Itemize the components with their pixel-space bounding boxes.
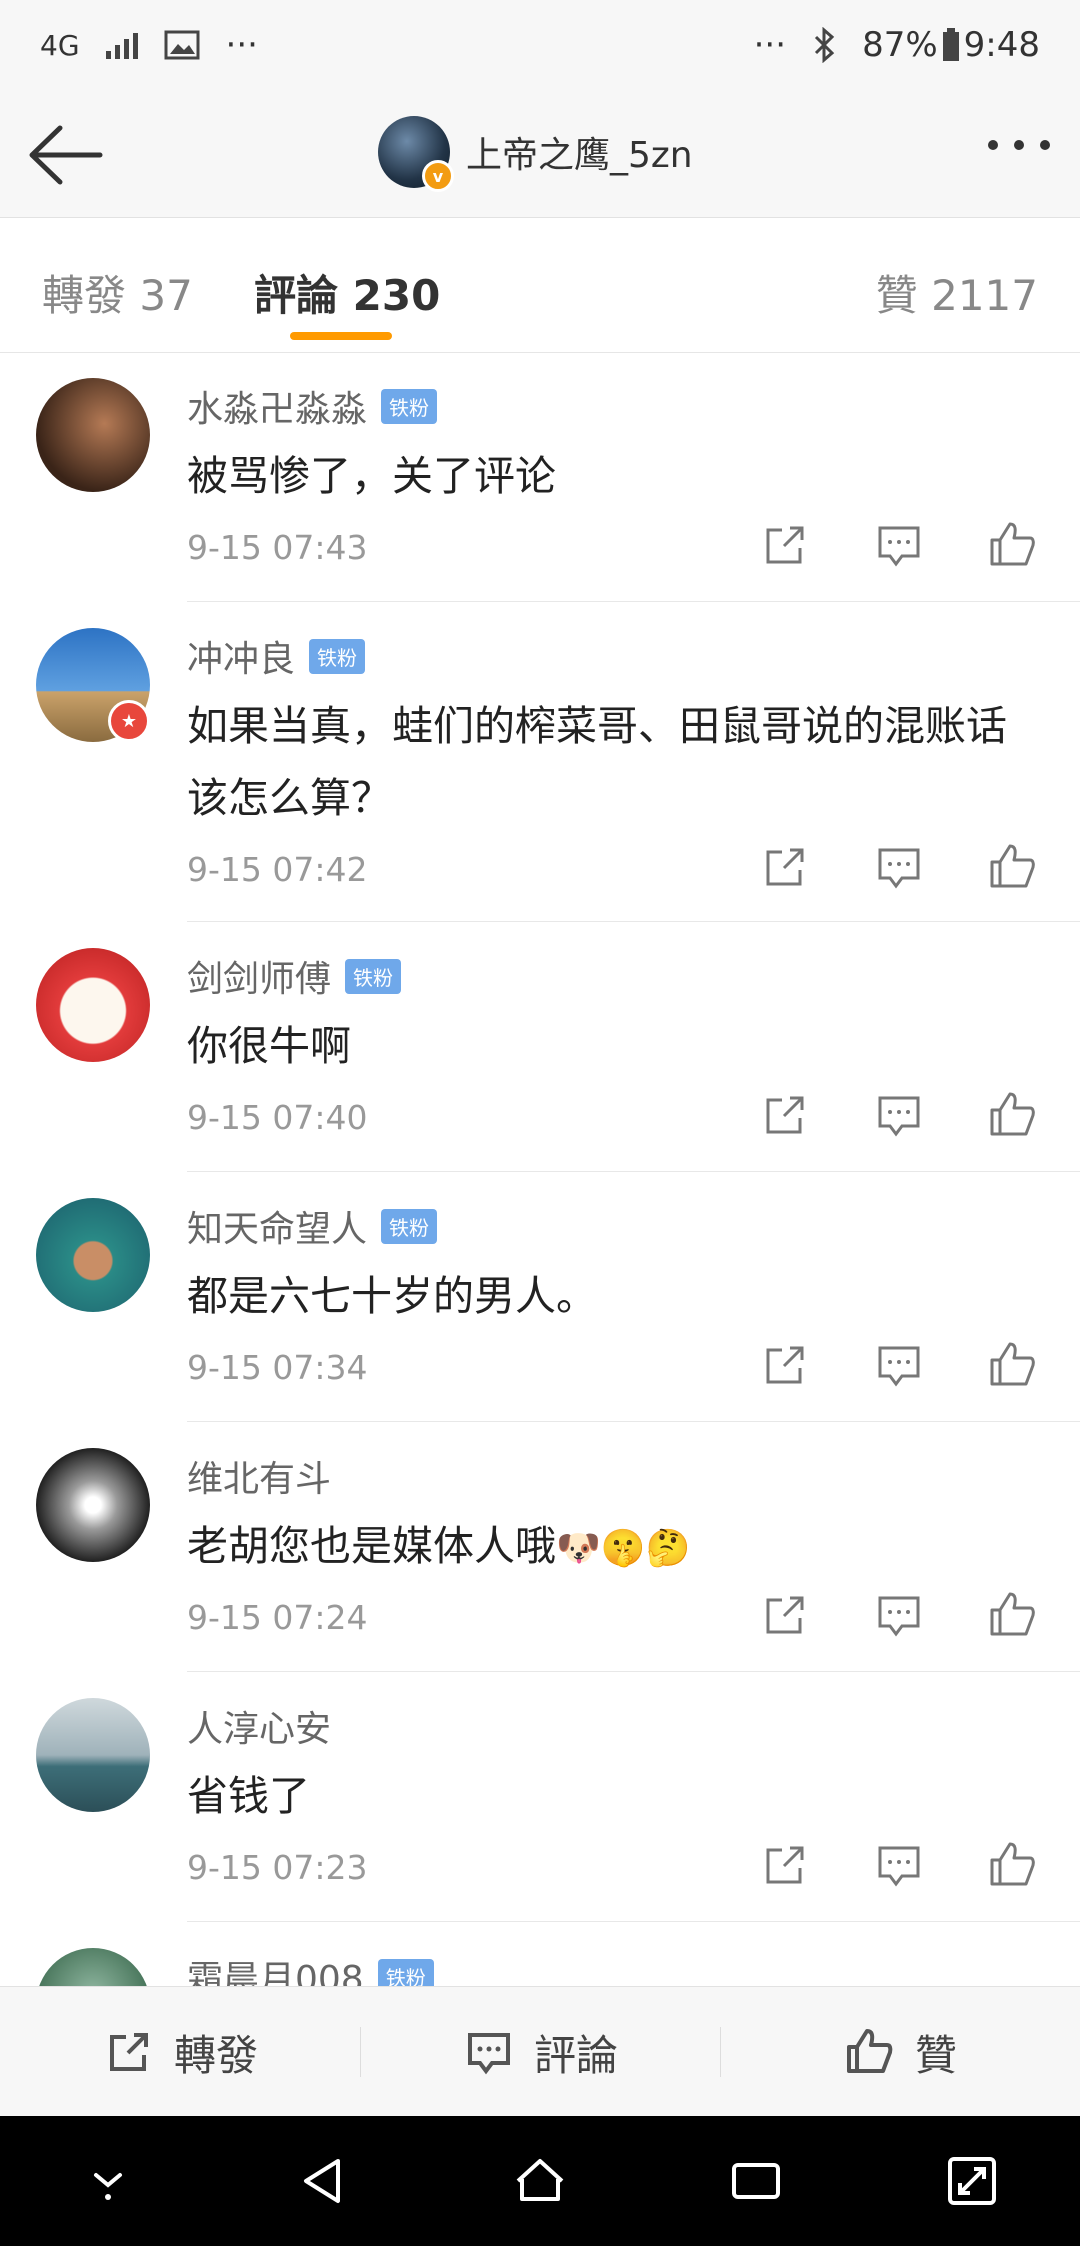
clock: 9:48 <box>963 25 1040 65</box>
comment-text: 你很牛啊 <box>187 1022 351 1070</box>
image-notification-icon <box>164 30 200 60</box>
back-arrow-icon[interactable] <box>26 120 106 190</box>
comment-username[interactable]: 维北有斗 <box>187 1450 331 1502</box>
comment-time: 9-15 07:24 <box>187 1598 368 1637</box>
more-options-icon[interactable] <box>988 140 1050 150</box>
tab-repost[interactable]: 轉發 37 <box>42 262 193 323</box>
share-icon[interactable] <box>758 1838 812 1892</box>
comment-time: 9-15 07:34 <box>187 1348 368 1387</box>
network-indicator: 4G <box>40 28 80 62</box>
reply-icon[interactable] <box>872 518 926 572</box>
comment-username[interactable]: 水淼卍淼淼 <box>187 380 367 432</box>
fan-badge: 铁粉 <box>381 1208 438 1244</box>
comment-item: 水淼卍淼淼 铁粉 被骂惨了，关了评论 9-15 07:43 <box>0 352 1080 602</box>
avatar[interactable] <box>36 378 150 492</box>
comment-label: 評論 <box>533 2030 618 2080</box>
like-icon[interactable] <box>986 518 1040 572</box>
comment-item: ★ 冲冲良 铁粉 如果当真，蛙们的榨菜哥、田鼠哥说的混账话该怎么算？ 9-15 … <box>0 602 1080 922</box>
comment-time: 9-15 07:43 <box>187 528 368 567</box>
bottom-action-bar: 轉發 評論 贊 <box>0 1986 1080 2117</box>
bluetooth-icon <box>815 27 835 63</box>
reply-icon[interactable] <box>872 1338 926 1392</box>
emoji-group: 🐶🤫🤔 <box>556 1528 691 1569</box>
fan-badge: 铁粉 <box>377 1958 434 1986</box>
avatar[interactable]: v <box>378 116 454 192</box>
active-tab-indicator <box>290 332 392 340</box>
fan-badge: 铁粉 <box>309 638 366 674</box>
more-notifications-icon: ··· <box>225 25 258 65</box>
avatar[interactable]: ★ <box>36 628 150 742</box>
comment-button[interactable]: 評論 <box>360 1987 720 2117</box>
tab-likes[interactable]: 贊 2117 <box>876 262 1038 323</box>
comment-time: 9-15 07:42 <box>187 850 368 889</box>
reply-icon[interactable] <box>872 1088 926 1142</box>
like-icon[interactable] <box>986 1588 1040 1642</box>
comment-time: 9-15 07:23 <box>187 1848 368 1887</box>
avatar[interactable] <box>36 948 150 1062</box>
avatar[interactable] <box>36 1448 150 1562</box>
profile-name[interactable]: 上帝之鹰_5zn <box>466 126 693 178</box>
verified-badge-icon: v <box>422 160 454 192</box>
signal-icon <box>105 31 138 59</box>
repost-label: 轉發 <box>173 2030 258 2080</box>
comment-text: 被骂惨了，关了评论 <box>187 452 556 500</box>
like-icon <box>846 2029 893 2073</box>
like-button[interactable]: 贊 <box>720 1987 1080 2117</box>
share-icon[interactable] <box>758 1588 812 1642</box>
avatar[interactable] <box>36 1698 150 1812</box>
profile-header[interactable]: v 上帝之鹰_5zn <box>378 116 693 192</box>
comment-item: 知天命望人 铁粉 都是六七十岁的男人。 9-15 07:34 <box>0 1172 1080 1422</box>
like-icon[interactable] <box>986 1088 1040 1142</box>
verified-badge-icon: ★ <box>108 700 150 742</box>
repost-button[interactable]: 轉發 <box>0 1987 360 2117</box>
comment-username[interactable]: 剑剑师傅 <box>187 950 331 1002</box>
comment-text: 省钱了 <box>187 1772 310 1820</box>
comment-text-body: 老胡您也是媒体人哦 <box>187 1522 556 1570</box>
share-icon[interactable] <box>758 1088 812 1142</box>
home-icon[interactable] <box>510 2151 570 2211</box>
comment-text: 老胡您也是媒体人哦🐶🤫🤔 <box>187 1510 1047 1585</box>
expand-icon[interactable] <box>942 2151 1002 2211</box>
comment-item: 维北有斗 老胡您也是媒体人哦🐶🤫🤔 9-15 07:24 <box>0 1422 1080 1672</box>
battery-percent: 87% <box>862 25 938 65</box>
comment-text: 都是六七十岁的男人。 <box>187 1272 597 1320</box>
comment-text: 如果当真，蛙们的榨菜哥、田鼠哥说的混账话该怎么算？ <box>187 702 1007 822</box>
comment-icon <box>467 2033 510 2075</box>
tab-comments[interactable]: 評論 230 <box>254 262 440 323</box>
recent-apps-icon[interactable] <box>726 2151 786 2211</box>
comment-item: 剑剑师傅 铁粉 你很牛啊 9-15 07:40 <box>0 922 1080 1172</box>
fan-badge: 铁粉 <box>381 388 438 424</box>
like-icon[interactable] <box>986 1838 1040 1892</box>
comment-item: 霜晨月008 铁粉 <box>0 1922 1080 1986</box>
system-nav-bar <box>0 2116 1080 2246</box>
avatar[interactable] <box>36 1948 150 1986</box>
status-bar: 4G ··· ··· 87% 9:48 <box>0 0 1080 90</box>
like-label: 贊 <box>914 2030 957 2080</box>
comment-username[interactable]: 霜晨月008 <box>187 1950 364 1986</box>
comment-time: 9-15 07:40 <box>187 1098 368 1137</box>
like-icon[interactable] <box>986 1338 1040 1392</box>
reply-icon[interactable] <box>872 1838 926 1892</box>
battery-icon <box>942 28 959 61</box>
like-icon[interactable] <box>986 840 1040 894</box>
nav-bar: v 上帝之鹰_5zn <box>0 90 1080 218</box>
share-icon <box>109 2033 148 2071</box>
share-icon[interactable] <box>758 840 812 894</box>
reply-icon[interactable] <box>872 1588 926 1642</box>
share-icon[interactable] <box>758 518 812 572</box>
comment-username[interactable]: 冲冲良 <box>187 630 295 682</box>
tab-bar: 轉發 37 評論 230 贊 2117 <box>0 218 1080 353</box>
hide-keyboard-icon[interactable] <box>78 2151 138 2211</box>
reply-icon[interactable] <box>872 840 926 894</box>
overflow-icon: ··· <box>753 25 787 65</box>
share-icon[interactable] <box>758 1338 812 1392</box>
comment-username[interactable]: 人淳心安 <box>187 1700 331 1752</box>
comment-item: 人淳心安 省钱了 9-15 07:23 <box>0 1672 1080 1922</box>
comment-username[interactable]: 知天命望人 <box>187 1200 367 1252</box>
fan-badge: 铁粉 <box>345 958 402 994</box>
back-nav-icon[interactable] <box>294 2151 354 2211</box>
avatar[interactable] <box>36 1198 150 1312</box>
